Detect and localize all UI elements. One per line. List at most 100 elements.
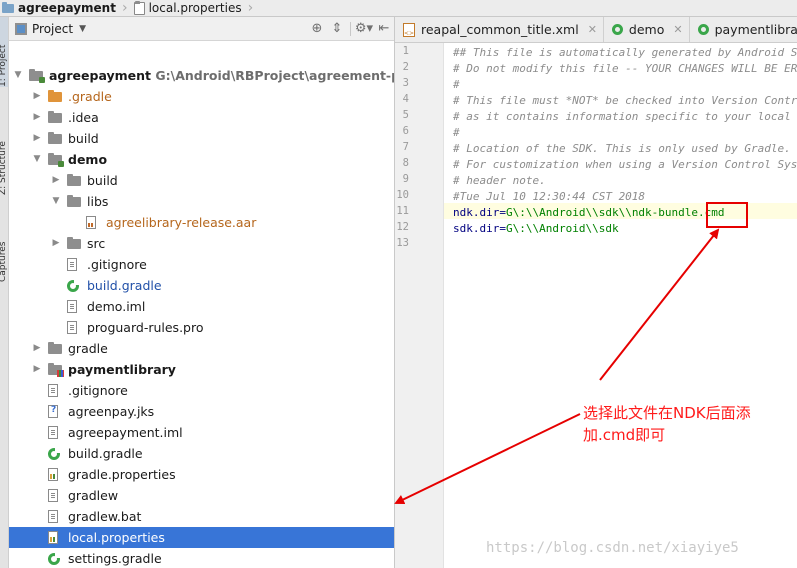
- line-number: 8: [402, 157, 409, 169]
- gradle-icon: [48, 448, 60, 460]
- tree-item[interactable]: demo.iml: [9, 296, 394, 317]
- tree-item[interactable]: ▶ .gradle: [9, 86, 394, 107]
- tree-item[interactable]: local.properties: [9, 527, 394, 548]
- tree-item[interactable]: agreenpay.jks: [9, 401, 394, 422]
- collapse-arrow-icon[interactable]: ▶: [32, 364, 42, 374]
- property-key: sdk.dir: [453, 222, 500, 235]
- collapse-arrow-icon[interactable]: ▶: [51, 175, 61, 185]
- line-number: 13: [396, 237, 409, 249]
- folder-icon: [67, 195, 81, 207]
- tree-item[interactable]: gradle.properties: [9, 464, 394, 485]
- editor-tab[interactable]: reapal_common_title.xml ✕: [395, 17, 604, 42]
- text-file-icon: [67, 321, 77, 334]
- tree-item-label: demo.iml: [87, 299, 146, 314]
- tree-item[interactable]: proguard-rules.pro: [9, 317, 394, 338]
- tree-item[interactable]: .gitignore: [9, 380, 394, 401]
- project-view-selector[interactable]: Project ▼: [9, 22, 86, 36]
- folder-icon: [67, 237, 81, 249]
- chevron-down-icon: ▼: [79, 23, 86, 34]
- code-line: # For customization when using a Version…: [453, 158, 797, 171]
- collapse-arrow-icon[interactable]: ▶: [32, 343, 42, 353]
- tree-item[interactable]: .gitignore: [9, 254, 394, 275]
- collapse-all-icon[interactable]: ⇕: [327, 21, 347, 36]
- properties-file-icon: [133, 0, 145, 15]
- text-file-icon: [67, 258, 77, 271]
- collapse-arrow-icon[interactable]: ▶: [32, 112, 42, 122]
- tree-item-label: build: [68, 131, 99, 146]
- watermark: https://blog.csdn.net/xiayiye5: [486, 540, 739, 556]
- line-number: 9: [402, 173, 409, 185]
- project-panel: Project ▼ ⊕ ⇕ ⚙▾ ⇤ ▼ agreepayment G:\Andr…: [9, 17, 395, 568]
- property-value: G\:\\Android\\sdk\\ndk-bundle.cmd: [505, 206, 725, 219]
- tree-item[interactable]: ▶ gradle: [9, 338, 394, 359]
- module-folder-icon: [29, 69, 45, 83]
- tree-item-label: agreepayment G:\Android\RBProject\agreem…: [49, 68, 394, 83]
- tree-item[interactable]: gradlew.bat: [9, 506, 394, 527]
- structure-tool-tab[interactable]: Z: Structure: [0, 125, 8, 195]
- project-panel-header: Project ▼ ⊕ ⇕ ⚙▾ ⇤: [9, 17, 394, 41]
- breadcrumb-item-project[interactable]: agreepayment: [0, 0, 120, 16]
- gradle-icon: [611, 24, 623, 35]
- tree-item-label: proguard-rules.pro: [87, 320, 204, 335]
- project-tool-tab[interactable]: 1: Project: [0, 17, 8, 87]
- text-file-icon: [48, 384, 58, 397]
- tree-item-label: libs: [87, 194, 109, 209]
- code-line: #Tue Jul 10 12:30:44 CST 2018: [453, 190, 646, 203]
- tree-item[interactable]: build.gradle: [9, 443, 394, 464]
- annotation-line-1: 选择此文件在NDK后面添: [583, 404, 751, 422]
- code-line: # header note.: [453, 174, 546, 187]
- tree-item-label: gradlew.bat: [68, 509, 142, 524]
- text-file-icon: [67, 300, 77, 313]
- collapse-arrow-icon[interactable]: ▶: [51, 238, 61, 248]
- tree-item[interactable]: agreelibrary-release.aar: [9, 212, 394, 233]
- tree-item[interactable]: agreepayment.iml: [9, 422, 394, 443]
- folder-icon: [48, 90, 62, 102]
- expand-arrow-icon[interactable]: ▼: [51, 196, 61, 206]
- collapse-arrow-icon[interactable]: ▶: [32, 91, 42, 101]
- tree-item[interactable]: settings.gradle: [9, 548, 394, 568]
- captures-tool-tab[interactable]: Captures: [0, 212, 8, 282]
- gradle-icon: [67, 280, 79, 292]
- text-file-icon: [48, 510, 58, 523]
- tree-item[interactable]: ▶ .idea: [9, 107, 394, 128]
- tree-item-label: agreenpay.jks: [68, 404, 155, 419]
- tree-item[interactable]: gradlew: [9, 485, 394, 506]
- folder-icon: [48, 132, 62, 144]
- editor-tab-bar: reapal_common_title.xml ✕ demo ✕ paymentlibr…: [395, 17, 797, 43]
- tree-item-label: .idea: [68, 110, 99, 125]
- gradle-icon: [48, 553, 60, 565]
- properties-file-icon: [48, 531, 58, 544]
- tree-item[interactable]: ▶ src: [9, 233, 394, 254]
- text-file-icon: [48, 426, 58, 439]
- close-icon[interactable]: ✕: [588, 23, 597, 36]
- library-module-icon: [48, 363, 64, 377]
- tree-item[interactable]: ▶ build: [9, 170, 394, 191]
- tree-item[interactable]: build.gradle: [9, 275, 394, 296]
- close-icon[interactable]: ✕: [673, 23, 682, 36]
- tree-item[interactable]: ▶ build: [9, 128, 394, 149]
- editor-tab[interactable]: paymentlibrary✕: [690, 17, 797, 42]
- code-line: #: [453, 78, 460, 91]
- expand-arrow-icon[interactable]: ▼: [13, 70, 23, 80]
- collapse-arrow-icon[interactable]: ▶: [32, 133, 42, 143]
- code-line: # as it contains information specific to…: [453, 110, 791, 123]
- tree-item-label: demo: [68, 152, 108, 167]
- gear-icon[interactable]: ⚙▾: [354, 21, 374, 36]
- module-folder-icon: [2, 1, 14, 13]
- hide-panel-icon[interactable]: ⇤: [374, 21, 394, 36]
- line-number: 2: [402, 61, 409, 73]
- tree-item-label: agreepayment.iml: [68, 425, 183, 440]
- folder-icon: [67, 174, 81, 186]
- tree-item[interactable]: ▶ paymentlibrary: [9, 359, 394, 380]
- sync-target-icon[interactable]: ⊕: [307, 21, 327, 36]
- breadcrumb-separator: ›: [121, 0, 128, 16]
- tree-item[interactable]: ▼ libs: [9, 191, 394, 212]
- breadcrumb-item-file[interactable]: local.properties: [130, 0, 246, 16]
- editor-tab[interactable]: demo ✕: [604, 17, 690, 42]
- expand-arrow-icon[interactable]: ▼: [32, 154, 42, 164]
- line-number: 7: [402, 141, 409, 153]
- property-key: ndk.dir: [453, 206, 500, 219]
- tree-item-label: paymentlibrary: [68, 362, 176, 377]
- tree-item[interactable]: ▼ demo: [9, 149, 394, 170]
- tree-item[interactable]: ▼ agreepayment G:\Android\RBProject\agree…: [9, 65, 394, 86]
